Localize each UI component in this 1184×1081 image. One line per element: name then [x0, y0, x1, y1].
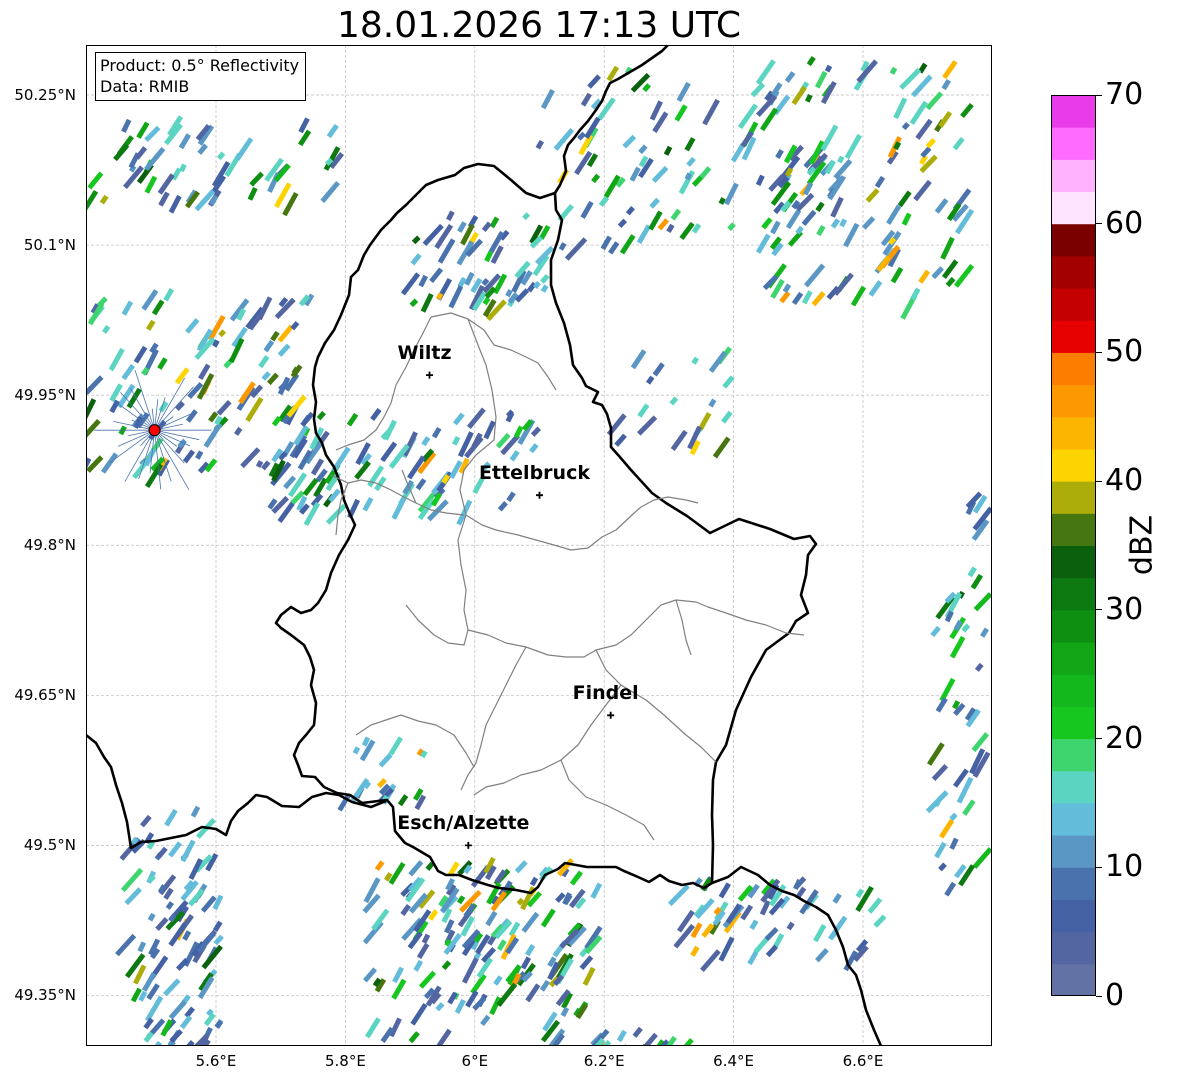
lon-tick-label: 6.4°E [713, 1052, 755, 1070]
colorbar-tick-mark [1096, 351, 1102, 353]
product-info-box: Product: 0.5° Reflectivity Data: RMIB [95, 52, 307, 101]
colorbar-segment [1051, 674, 1096, 707]
colorbar-tick-label: 0 [1105, 978, 1125, 1013]
radar-map[interactable] [86, 45, 992, 1046]
product-text: Product: 0.5° Reflectivity [100, 56, 300, 75]
colorbar-segment [1051, 899, 1096, 933]
radar-site-dot [148, 424, 161, 437]
city-label: Wiltz [397, 342, 452, 365]
lon-tick-label: 5.8°E [324, 1052, 366, 1070]
colorbar-segment [1051, 159, 1096, 193]
colorbar-tick-label: 60 [1105, 205, 1144, 241]
colorbar-segment [1051, 931, 1096, 965]
colorbar-segment [1051, 320, 1096, 353]
colorbar-segment [1051, 448, 1096, 482]
colorbar-segment [1051, 802, 1096, 836]
city-label: Findel [572, 682, 639, 705]
colorbar-segment [1051, 255, 1096, 289]
lat-tick-label: 49.95°N [14, 386, 76, 405]
colorbar-segment [1051, 288, 1096, 321]
city-label: Ettelbruck [479, 462, 590, 485]
lon-tick-label: 6.6°E [842, 1052, 884, 1070]
colorbar-segment [1051, 545, 1096, 579]
colorbar-segment [1051, 191, 1096, 225]
colorbar-segment [1051, 835, 1096, 868]
colorbar-tick-mark [1096, 866, 1102, 868]
city-label: Esch/Alzette [397, 812, 530, 835]
colorbar-segment [1051, 481, 1096, 514]
colorbar-segment [1051, 642, 1096, 675]
colorbar-tick-mark [1096, 609, 1102, 611]
lon-tick-label: 5.6°E [195, 1052, 237, 1070]
lat-tick-label: 49.5°N [23, 836, 76, 855]
colorbar-tick-mark [1096, 94, 1102, 96]
colorbar-tick-label: 70 [1105, 77, 1144, 112]
colorbar-segment [1051, 577, 1096, 611]
lat-tick-label: 49.8°N [23, 536, 76, 555]
colorbar-segment [1051, 416, 1096, 450]
colorbar-segment [1051, 223, 1096, 257]
colorbar-tick-label: 30 [1105, 591, 1144, 627]
colorbar-segment [1051, 706, 1096, 740]
map-title: 18.01.2026 17:13 UTC [336, 5, 742, 46]
colorbar-segment [1051, 738, 1096, 772]
lat-tick-label: 50.25°N [14, 86, 76, 104]
colorbar-segment [1051, 127, 1096, 160]
lat-tick-label: 49.35°N [14, 986, 76, 1005]
colorbar-segment [1051, 609, 1096, 643]
lat-tick-label: 49.65°N [14, 686, 76, 705]
colorbar-tick-label: 50 [1105, 334, 1144, 370]
lon-tick-label: 6.2°E [583, 1052, 625, 1070]
lon-tick-label: 6°E [461, 1052, 489, 1070]
colorbar-tick-mark [1096, 995, 1102, 997]
colorbar-segment [1051, 770, 1096, 804]
colorbar-segment [1051, 867, 1096, 900]
lat-tick-label: 50.1°N [23, 236, 76, 255]
colorbar-tick-mark [1096, 738, 1102, 740]
colorbar-segment [1051, 95, 1096, 128]
colorbar-segment [1051, 963, 1096, 996]
colorbar [1051, 95, 1096, 996]
colorbar-tick-mark [1096, 223, 1102, 225]
colorbar-segment [1051, 513, 1096, 546]
colorbar-segment [1051, 384, 1096, 418]
colorbar-tick-label: 10 [1105, 849, 1144, 885]
data-source-text: Data: RMIB [100, 77, 190, 96]
colorbar-segment [1051, 352, 1096, 386]
colorbar-tick-label: 40 [1105, 463, 1144, 499]
colorbar-tick-mark [1096, 480, 1102, 482]
colorbar-tick-label: 20 [1105, 720, 1144, 756]
colorbar-label: dBZ [1124, 514, 1160, 576]
